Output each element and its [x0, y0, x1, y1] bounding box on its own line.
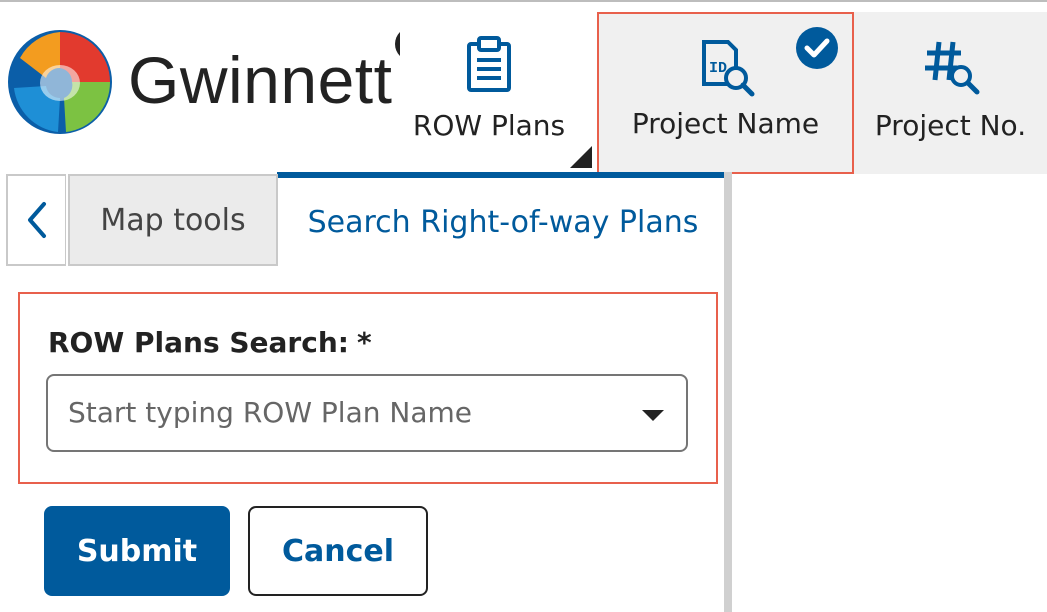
- row-plan-name-placeholder: Start typing ROW Plan Name: [68, 396, 472, 429]
- row-plans-search-label: ROW Plans Search: *: [48, 326, 372, 359]
- svg-text:ID: ID: [709, 60, 727, 77]
- toolbar-button-row-plans[interactable]: ROW Plans: [400, 12, 578, 174]
- tab-map-tools[interactable]: Map tools: [68, 174, 278, 266]
- brand-logo[interactable]: Gwinnett: [6, 28, 398, 138]
- submit-button[interactable]: Submit: [44, 506, 230, 596]
- app-header: Gwinnett ROW Plans ID Project Name Proje…: [0, 0, 1047, 174]
- gwinnett-logo-icon: [8, 30, 112, 134]
- chevron-left-icon: [27, 202, 46, 238]
- toolbar-button-label: ROW Plans: [412, 109, 566, 142]
- brand-name: Gwinnett: [128, 43, 393, 117]
- toolbar-button-project-no[interactable]: Project No.: [854, 12, 1047, 174]
- panel-tabs: Map tools Search Right-of-way Plans: [6, 172, 724, 268]
- toolbar-button-label: Project No.: [874, 109, 1027, 142]
- hash-search-icon: [924, 41, 979, 95]
- cancel-button[interactable]: Cancel: [248, 506, 428, 596]
- panel-splitter[interactable]: [724, 172, 732, 612]
- page: Gwinnett ROW Plans ID Project Name Proje…: [0, 0, 1047, 612]
- selected-check-icon: [796, 27, 838, 69]
- clipboard-icon: [467, 36, 511, 92]
- id-search-icon: ID: [701, 40, 754, 97]
- resize-corner-icon: [570, 146, 592, 168]
- required-marker: *: [356, 326, 372, 359]
- row-plans-search-form: ROW Plans Search: * Start typing ROW Plan…: [18, 292, 718, 484]
- row-plans-search-label-text: ROW Plans Search:: [48, 326, 349, 359]
- search-panel: Map tools Search Right-of-way Plans ROW …: [0, 172, 728, 612]
- tab-search-right-of-way-plans[interactable]: Search Right-of-way Plans: [282, 178, 724, 266]
- row-plan-name-select[interactable]: Start typing ROW Plan Name: [46, 374, 688, 452]
- back-button[interactable]: [6, 174, 66, 266]
- toolbar-button-project-name[interactable]: ID Project Name: [597, 12, 854, 174]
- dropdown-caret-icon[interactable]: [642, 410, 664, 421]
- toolbar-button-label: Project Name: [631, 107, 820, 140]
